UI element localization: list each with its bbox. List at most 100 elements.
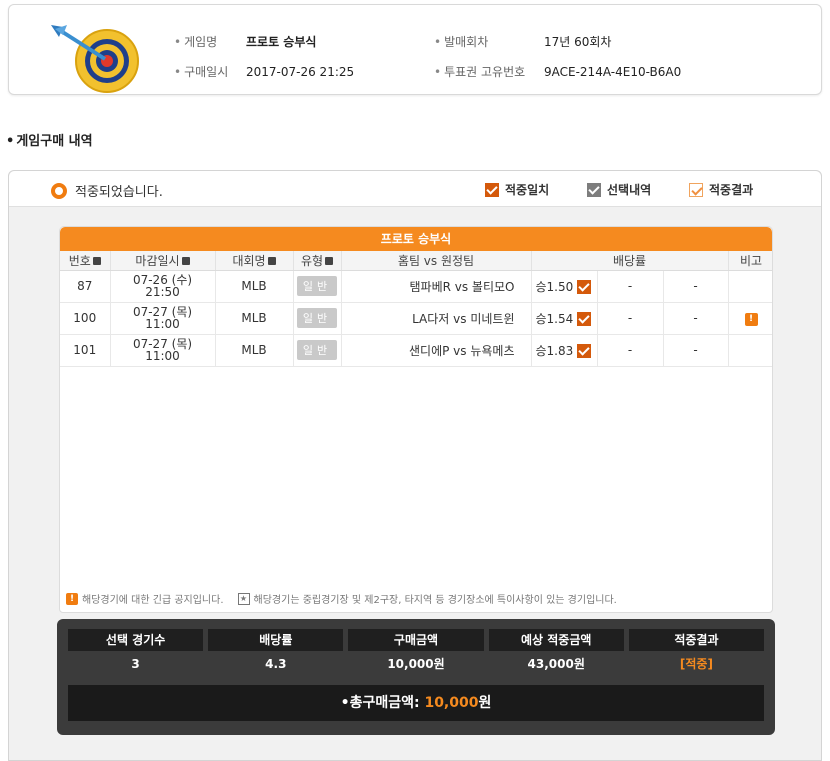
notice-icon: ! (66, 592, 78, 605)
game-name-value: 프로토 승부식 (246, 35, 317, 49)
bet-table: 번호 마감일시 대회명 유형 홈팀 vs 원정팀 배당률 비고 87 07-26… (60, 251, 772, 367)
row-number: 100 (60, 302, 111, 335)
col-odds: 배당률 (531, 251, 729, 271)
legend-selection: 선택내역 (587, 181, 651, 198)
legend-result: 적중결과 (689, 181, 753, 198)
row-league: MLB (215, 270, 294, 303)
row-odd-win: 승1.54 (531, 302, 598, 335)
table-title: 프로토 승부식 (60, 227, 772, 251)
row-league: MLB (215, 302, 294, 335)
summary-purchase: 구매금액 10,000원 (348, 629, 484, 677)
row-league: MLB (215, 334, 294, 367)
bet-table-container: 프로토 승부식 번호 마감일시 대회명 유형 홈팀 vs 원정팀 배당률 비고 (59, 226, 773, 613)
section-title: 게임구매 내역 (6, 130, 92, 149)
purchase-summary: 선택 경기수 3 배당률 4.3 구매금액 10,000원 예상 적중금액 43… (57, 619, 775, 735)
summary-expected-header: 예상 적중금액 (488, 629, 624, 651)
col-type[interactable]: 유형 (293, 251, 342, 271)
purchase-date-row: 구매일시 2017-07-26 21:25 (174, 63, 354, 80)
row-number: 101 (60, 334, 111, 367)
row-teams: 탬파베R vs 볼티모O (341, 270, 532, 303)
row-teams: LA다저 vs 미네트윈 (341, 302, 532, 335)
row-type: 일반 (293, 270, 342, 303)
sort-icon[interactable] (181, 256, 190, 265)
purchase-date-value: 2017-07-26 21:25 (246, 64, 355, 79)
checkbox-gray-icon (587, 182, 601, 197)
row-deadline: 07-27 (목) 11:00 (110, 334, 216, 367)
row-number: 87 (60, 270, 111, 303)
star-icon: ★ (237, 592, 250, 605)
summary-result-header: 적중결과 (628, 629, 765, 651)
game-name-label: 게임명 (174, 33, 217, 50)
summary-games-value: 3 (131, 657, 140, 671)
table-header-row: 번호 마감일시 대회명 유형 홈팀 vs 원정팀 배당률 비고 (60, 251, 772, 271)
sort-icon[interactable] (325, 256, 334, 265)
checkbox-outline-icon (689, 182, 703, 197)
row-deadline: 07-27 (목) 11:00 (110, 302, 216, 335)
summary-odds: 배당률 4.3 (208, 629, 344, 677)
col-note: 비고 (728, 251, 772, 271)
row-note (728, 270, 772, 303)
row-type: 일반 (293, 302, 342, 335)
summary-result: 적중결과 [적중] (628, 629, 765, 677)
summary-games: 선택 경기수 3 (68, 629, 204, 677)
legend-match: 적중일치 (485, 181, 549, 198)
purchase-date-label: 구매일시 (174, 63, 228, 80)
row-odd-lose: - (663, 302, 729, 335)
row-odd-win: 승1.50 (531, 270, 598, 303)
checkbox-checked-icon (577, 312, 592, 326)
type-badge: 일반 (296, 308, 338, 328)
summary-odds-header: 배당률 (208, 629, 344, 651)
row-odd-lose: - (663, 334, 729, 367)
summary-purchase-header: 구매금액 (348, 629, 484, 651)
summary-expected-value: 43,000원 (527, 657, 585, 671)
table-row: 87 07-26 (수) 21:50 MLB 일반 탬파베R vs 볼티모O 승1… (60, 270, 772, 303)
col-number[interactable]: 번호 (60, 251, 111, 271)
row-note (728, 334, 772, 367)
row-deadline: 07-26 (수) 21:50 (110, 270, 216, 303)
ticket-id-label: 투표권 고유번호 (434, 63, 525, 80)
sort-icon[interactable] (267, 256, 276, 265)
total-unit: 원 (478, 695, 492, 711)
legend-match-label: 적중일치 (505, 183, 550, 197)
footnote-urgent-text: 해당경기에 대한 긴급 공지입니다. (82, 595, 224, 606)
row-odd-draw: - (597, 302, 664, 335)
ticket-id-row: 투표권 고유번호 9ACE-214A-4E10-B6A0 (434, 63, 681, 80)
circle-icon (51, 182, 67, 199)
row-odd-draw: - (597, 270, 664, 303)
table-footnote: ! 해당경기에 대한 긴급 공지입니다. ★ 해당경기는 중립경기장 및 제2구… (66, 591, 617, 606)
sort-icon[interactable] (92, 256, 101, 265)
row-type: 일반 (293, 334, 342, 367)
ticket-id-value: 9ACE-214A-4E10-B6A0 (544, 64, 682, 79)
round-value: 17년 60회차 (544, 35, 612, 49)
checkbox-checked-icon (577, 280, 592, 294)
total-amount: 10,000 (424, 695, 479, 711)
panel-header: 적중되었습니다. 적중일치 선택내역 적중결과 (9, 171, 821, 207)
summary-odds-value: 4.3 (265, 657, 287, 671)
row-teams: 샌디에P vs 뉴욕메츠 (341, 334, 532, 367)
round-row: 발매회차 17년 60회차 (434, 33, 611, 50)
total-purchase: •총구매금액: 10,000원 (68, 685, 764, 721)
type-badge: 일반 (296, 276, 338, 296)
round-label: 발매회차 (434, 33, 488, 50)
summary-purchase-value: 10,000원 (387, 657, 445, 671)
checkbox-orange-icon (485, 182, 499, 197)
legend-result-label: 적중결과 (709, 183, 754, 197)
summary-result-value: [적중] (679, 657, 713, 671)
target-dart-logo (51, 25, 139, 93)
notice-icon[interactable]: ! (744, 313, 758, 326)
row-odd-lose: - (663, 270, 729, 303)
table-row: 100 07-27 (목) 11:00 MLB 일반 LA다저 vs 미네트윈 승… (60, 302, 772, 335)
win-status-text: 적중되었습니다. (75, 185, 163, 200)
row-note: ! (728, 302, 772, 335)
col-deadline[interactable]: 마감일시 (110, 251, 216, 271)
game-name-row: 게임명 프로토 승부식 (174, 33, 316, 50)
type-badge: 일반 (296, 340, 338, 360)
col-teams: 홈팀 vs 원정팀 (341, 251, 532, 271)
col-league[interactable]: 대회명 (215, 251, 294, 271)
total-label: •총구매금액: (340, 695, 420, 711)
purchase-detail-panel: 적중되었습니다. 적중일치 선택내역 적중결과 프로토 승부식 번호 마감일시 (8, 170, 822, 761)
footnote-venue-text: 해당경기는 중립경기장 및 제2구장, 타지역 등 경기장소에 특이사항이 있는… (253, 595, 617, 606)
ticket-info-card: 게임명 프로토 승부식 발매회차 17년 60회차 구매일시 2017-07-2… (8, 4, 822, 95)
row-odd-draw: - (597, 334, 664, 367)
summary-expected: 예상 적중금액 43,000원 (488, 629, 624, 677)
